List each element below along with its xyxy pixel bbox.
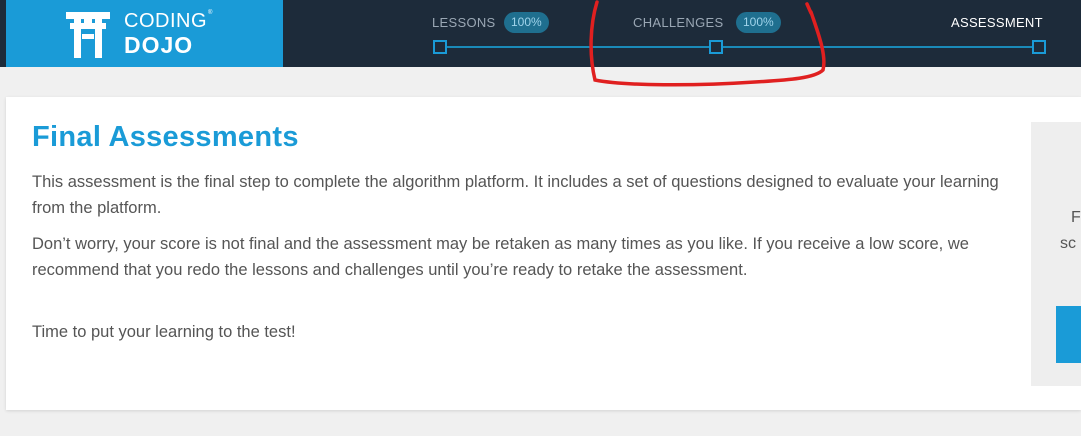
coding-dojo-logo[interactable]: CODING® DOJO — [6, 0, 283, 67]
logo-text-dojo: DOJO — [124, 32, 194, 58]
torii-gate-icon — [66, 12, 110, 58]
closing-paragraph: Time to put your learning to the test! — [32, 323, 296, 341]
step-node-challenges[interactable] — [709, 40, 723, 54]
assessment-side-panel: F sc — [1031, 122, 1081, 386]
step-label-lessons[interactable]: LESSONS — [432, 15, 496, 30]
retake-info-paragraph: Don’t worry, your score is not final and… — [32, 235, 969, 279]
step-label-challenges[interactable]: CHALLENGES — [633, 15, 723, 30]
step-label-assessment[interactable]: ASSESSMENT — [951, 15, 1043, 30]
challenges-percent-badge: 100% — [736, 12, 781, 33]
start-assessment-button[interactable] — [1056, 306, 1081, 363]
progress-track — [440, 46, 1040, 48]
side-panel-text-line1: F — [1071, 209, 1081, 226]
logo-text-coding: CODING® — [124, 10, 213, 32]
step-node-lessons[interactable] — [433, 40, 447, 54]
intro-paragraph: This assessment is the final step to com… — [32, 173, 999, 217]
step-node-assessment[interactable] — [1032, 40, 1046, 54]
page-title: Final Assessments — [32, 121, 299, 153]
side-panel-text-line2: sc — [1060, 235, 1076, 252]
top-navigation-bar: CODING® DOJO LESSONS 100% CHALLENGES 100… — [0, 0, 1081, 67]
lessons-percent-badge: 100% — [504, 12, 549, 33]
assessment-card: Final Assessments This assessment is the… — [6, 97, 1081, 410]
